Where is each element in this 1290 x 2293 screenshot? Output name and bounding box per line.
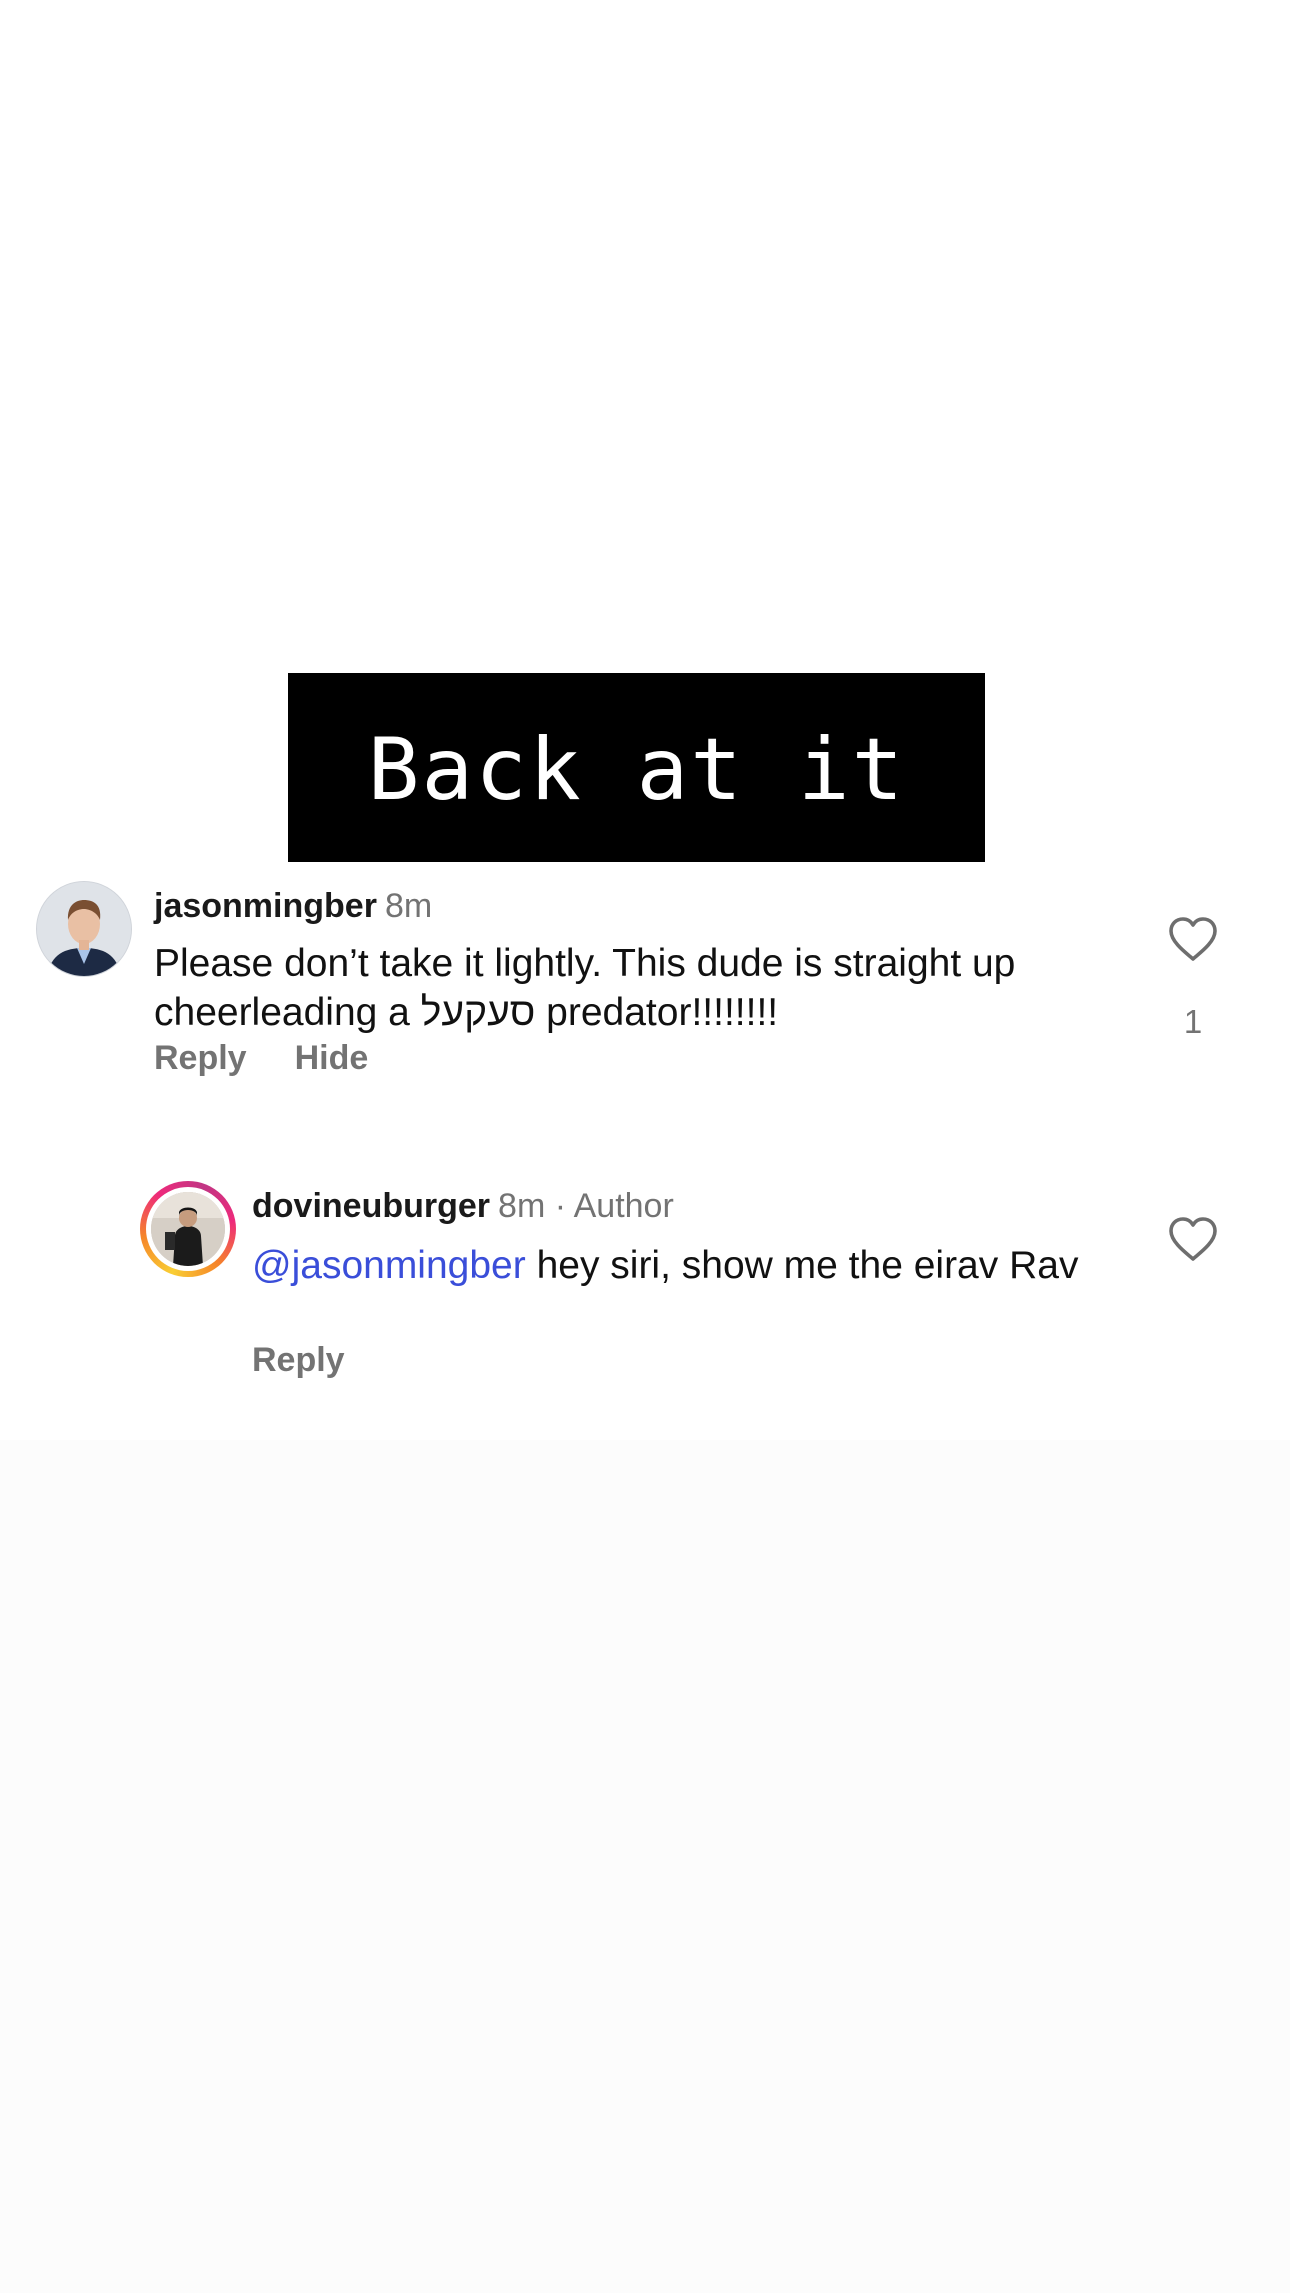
avatar-ring-gap	[146, 1187, 230, 1271]
comments-card: jasonmingber 8m Please don’t take it ligh…	[0, 857, 1290, 1440]
story-caption-box: Back at it	[288, 673, 985, 862]
reply-item: dovineuburger 8m · Author @jasonmingber h…	[0, 857, 1290, 1440]
like-button[interactable]	[1167, 1215, 1219, 1263]
author-badge: · Author	[554, 1187, 674, 1225]
reply-meta: dovineuburger 8m · Author	[252, 1187, 674, 1226]
reply-text-body: hey siri, show me the eirav Rav	[525, 1244, 1079, 1287]
story-caption-text: Back at it	[367, 719, 906, 820]
avatar	[151, 1192, 225, 1266]
reply-text: @jasonmingber hey siri, show me the eira…	[252, 1241, 1112, 1290]
reply-time: 8m	[498, 1187, 546, 1225]
reply-actions: Reply	[252, 1341, 393, 1380]
avatar-story-ring[interactable]	[140, 1181, 236, 1277]
heart-outline-icon	[1169, 1217, 1217, 1261]
reply-username[interactable]: dovineuburger	[252, 1187, 490, 1225]
reply-button[interactable]: Reply	[252, 1341, 345, 1379]
mention-link[interactable]: @jasonmingber	[252, 1244, 526, 1287]
avatar-photo-icon	[151, 1192, 225, 1266]
